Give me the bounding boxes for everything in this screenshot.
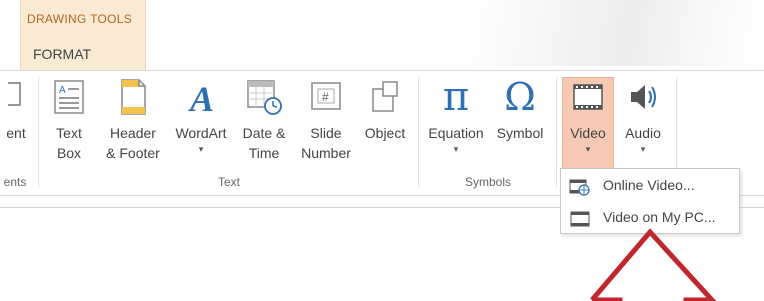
audio-button[interactable]: Audio ▾ — [616, 77, 670, 155]
text-box-label-1: Text — [56, 125, 82, 141]
menu-item-video-on-my-pc-label: Video on My PC... — [603, 209, 716, 225]
svg-text:A: A — [188, 79, 214, 117]
menu-item-online-video[interactable]: Online Video... — [561, 171, 739, 201]
video-dropdown-menu: Online Video... Video on My PC... — [560, 168, 740, 234]
text-box-label-2: Box — [56, 145, 82, 161]
symbol-label: Symbol — [496, 125, 544, 141]
cut-off-group-label: ents — [3, 175, 27, 189]
date-time-button[interactable]: Date & Time — [236, 77, 292, 163]
text-group-label: Text — [217, 175, 240, 189]
text-box-button[interactable]: A Text Box — [44, 77, 94, 163]
audio-dropdown-caret: ▾ — [640, 144, 646, 154]
symbols-group-label: Symbols — [464, 175, 511, 189]
object-icon — [372, 81, 398, 112]
online-video-icon — [569, 179, 590, 196]
video-dropdown-caret: ▾ — [585, 144, 591, 154]
pi-icon: π — [442, 74, 470, 120]
equation-dropdown-caret: ▾ — [453, 144, 459, 154]
film-strip-icon — [573, 84, 603, 110]
object-label: Object — [364, 125, 406, 141]
wordart-dropdown-caret: ▾ — [198, 144, 204, 154]
text-box-icon: A — [54, 80, 84, 114]
wordart-button[interactable]: A WordArt ▾ — [168, 77, 234, 155]
omega-icon: Ω — [504, 75, 536, 119]
symbol-button[interactable]: Ω Symbol — [490, 77, 550, 143]
menu-item-online-video-label: Online Video... — [603, 177, 695, 193]
header-footer-icon — [121, 79, 146, 115]
date-time-label-2: Time — [248, 145, 280, 161]
svg-text:A: A — [59, 85, 66, 96]
speaker-icon — [631, 85, 656, 109]
background-swirl — [464, 0, 764, 66]
cut-off-icon — [8, 82, 21, 106]
slide-number-label-1: Slide — [310, 125, 342, 141]
group-separator — [556, 77, 557, 187]
tab-format[interactable]: FORMAT — [33, 46, 91, 62]
video-label: Video — [570, 125, 606, 141]
context-group-label: DRAWING TOOLS — [27, 12, 133, 26]
audio-label: Audio — [625, 125, 661, 141]
equation-label: Equation — [428, 125, 484, 141]
equation-button[interactable]: π Equation ▾ — [422, 77, 490, 155]
header-footer-button[interactable]: Header & Footer — [98, 77, 168, 163]
drawing-tools-context-tab[interactable]: DRAWING TOOLS FORMAT — [20, 0, 146, 70]
slide-number-button[interactable]: # Slide Number — [294, 77, 358, 163]
group-separator — [418, 77, 419, 187]
header-footer-label-1: Header — [110, 125, 156, 141]
wordart-icon: A — [188, 79, 214, 117]
video-file-icon — [570, 211, 590, 227]
video-button[interactable]: Video ▾ — [562, 77, 614, 155]
date-time-label-1: Date & — [242, 125, 286, 141]
annotation-arrow-icon — [590, 228, 717, 301]
cut-off-button[interactable]: ent — [0, 79, 34, 143]
slide-number-label-2: Number — [301, 145, 351, 161]
slide-number-icon: # — [311, 82, 341, 110]
wordart-label: WordArt — [175, 125, 227, 141]
header-footer-label-2: & Footer — [106, 145, 160, 161]
svg-text:#: # — [322, 90, 329, 104]
date-time-icon — [247, 80, 282, 115]
object-button[interactable]: Object — [358, 77, 412, 143]
group-separator — [38, 77, 39, 187]
title-bar-area: DRAWING TOOLS FORMAT — [0, 0, 764, 70]
cut-off-label: ent — [6, 125, 26, 141]
